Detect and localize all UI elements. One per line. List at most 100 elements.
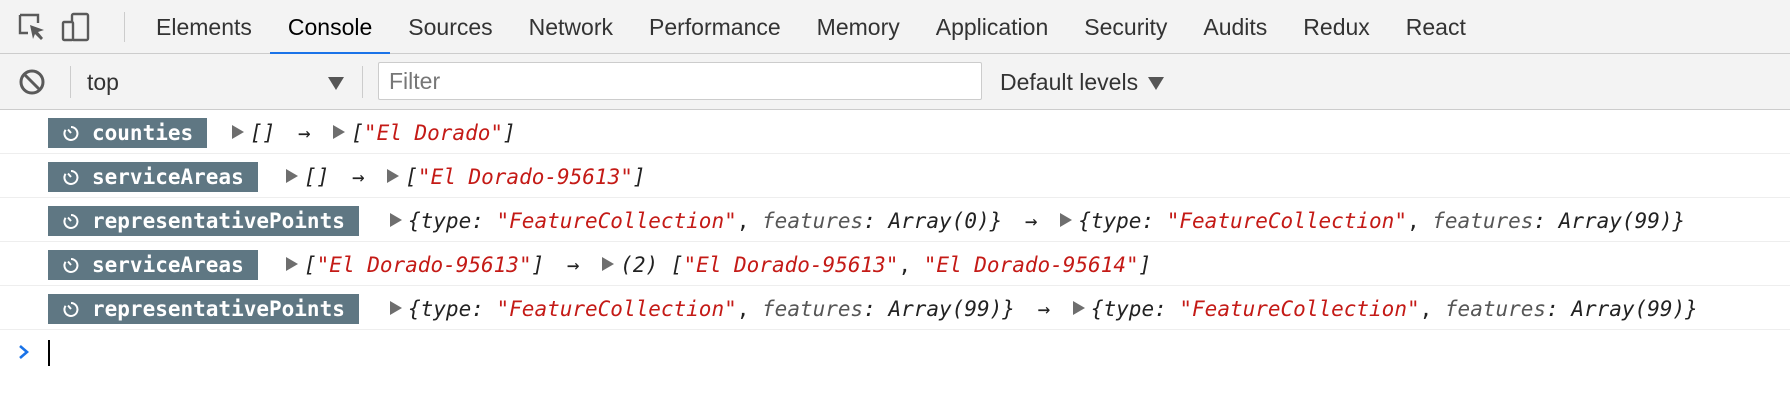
- console-message: serviceAreas ["El Dorado-95613"] → (2) […: [0, 242, 1790, 286]
- string-value: "El Dorado-95613": [316, 253, 532, 277]
- arrow-separator: →: [566, 253, 580, 277]
- tab-network[interactable]: Network: [511, 0, 631, 54]
- next-open: [: [351, 121, 364, 145]
- prompt-chevron-icon: [19, 345, 29, 359]
- text-cursor: [48, 340, 50, 366]
- log-levels-dropdown[interactable]: Default levels: [1000, 64, 1165, 100]
- tab-elements[interactable]: Elements: [138, 0, 270, 54]
- property-key: features: [762, 209, 864, 233]
- message-content: [] → ["El Dorado"]: [232, 118, 516, 148]
- diff-label-badge: counties: [48, 118, 208, 148]
- filter-input[interactable]: [378, 62, 982, 100]
- message-content: [] → ["El Dorado-95613"]: [286, 162, 646, 192]
- property-key: features: [1432, 209, 1534, 233]
- prev-close: ]: [531, 253, 545, 277]
- string-value: "FeatureCollection": [1179, 297, 1420, 321]
- console-messages: counties [] → ["El Dorado"] serviceAreas…: [0, 110, 1790, 330]
- prev-value[interactable]: []: [250, 121, 275, 145]
- diff-label-badge: serviceAreas: [48, 250, 258, 280]
- array-count: (2): [620, 253, 671, 277]
- console-message: representativePoints {type: "FeatureColl…: [0, 198, 1790, 242]
- device-toolbar-icon[interactable]: [60, 11, 92, 43]
- expand-triangle-icon[interactable]: [286, 257, 298, 271]
- expand-triangle-icon[interactable]: [232, 125, 244, 139]
- next-close: ]: [1138, 253, 1152, 277]
- console-toolbar: top Default levels: [0, 54, 1790, 110]
- tab-audits[interactable]: Audits: [1185, 0, 1285, 54]
- devtools-tab-bar: Elements Console Sources Network Perform…: [0, 0, 1790, 55]
- timer-icon: [63, 302, 79, 317]
- tab-memory[interactable]: Memory: [799, 0, 918, 54]
- inspect-element-icon[interactable]: [16, 11, 48, 43]
- string-value: "FeatureCollection": [496, 209, 737, 233]
- dropdown-arrow-icon: [328, 77, 344, 90]
- tab-strip: Elements Console Sources Network Perform…: [138, 0, 1484, 55]
- prev-value[interactable]: []: [304, 165, 329, 189]
- timer-icon: [63, 214, 79, 229]
- dropdown-arrow-icon: [1148, 77, 1165, 91]
- clear-console-icon[interactable]: [17, 67, 47, 97]
- diff-label-badge: serviceAreas: [48, 162, 258, 192]
- expand-triangle-icon[interactable]: [390, 213, 402, 227]
- badge-label: counties: [92, 121, 194, 145]
- context-selector[interactable]: top: [76, 64, 348, 100]
- toolbar-divider: [362, 66, 363, 98]
- separator: ,: [736, 209, 763, 233]
- property-key: features: [762, 297, 864, 321]
- separator: ,: [736, 297, 763, 321]
- tab-application[interactable]: Application: [918, 0, 1067, 54]
- tab-react[interactable]: React: [1388, 0, 1484, 54]
- string-value: "El Dorado-95614": [923, 253, 1139, 277]
- separator: ,: [1419, 297, 1445, 321]
- message-content: {type: "FeatureCollection", features: Ar…: [390, 294, 1698, 324]
- tab-performance[interactable]: Performance: [631, 0, 799, 54]
- string-value: "FeatureCollection": [496, 297, 737, 321]
- arrow-separator: →: [1024, 209, 1038, 233]
- string-value: "FeatureCollection": [1166, 209, 1407, 233]
- expand-triangle-icon[interactable]: [387, 169, 400, 183]
- property-value: : Array(99)}: [1533, 209, 1686, 233]
- separator: ,: [898, 253, 924, 277]
- expand-triangle-icon[interactable]: [390, 301, 402, 315]
- property-key: features: [1444, 297, 1547, 321]
- log-levels-label: Default levels: [1000, 69, 1139, 95]
- prev-open: {type:: [408, 209, 497, 233]
- console-message: representativePoints {type: "FeatureColl…: [0, 286, 1790, 330]
- tab-console[interactable]: Console: [269, 0, 391, 55]
- next-open: {type:: [1090, 297, 1180, 321]
- expand-triangle-icon[interactable]: [333, 125, 346, 139]
- badge-label: serviceAreas: [92, 253, 244, 277]
- toolbar-divider: [70, 66, 71, 98]
- next-open: {type:: [1078, 209, 1167, 233]
- string-value: "El Dorado": [363, 121, 503, 145]
- property-value: : Array(99)}: [1546, 297, 1698, 321]
- console-message: counties [] → ["El Dorado"]: [0, 110, 1790, 154]
- next-open: [: [670, 253, 684, 277]
- string-value: "El Dorado-95613": [683, 253, 899, 277]
- tab-security[interactable]: Security: [1066, 0, 1185, 54]
- expand-triangle-icon[interactable]: [602, 257, 615, 271]
- badge-label: representativePoints: [92, 297, 345, 321]
- timer-icon: [63, 170, 79, 185]
- expand-triangle-icon[interactable]: [286, 169, 298, 183]
- arrow-separator: →: [351, 165, 365, 189]
- message-content: {type: "FeatureCollection", features: Ar…: [390, 206, 1685, 236]
- next-close: ]: [632, 165, 646, 189]
- badge-label: representativePoints: [92, 209, 345, 233]
- string-value: "El Dorado-95613": [417, 165, 633, 189]
- toolbar-divider: [124, 12, 125, 42]
- expand-triangle-icon[interactable]: [1060, 213, 1073, 227]
- tab-sources[interactable]: Sources: [390, 0, 510, 54]
- property-value: : Array(0)}: [863, 209, 1003, 233]
- separator: ,: [1406, 209, 1433, 233]
- prev-open: {type:: [408, 297, 497, 321]
- arrow-separator: →: [297, 121, 311, 145]
- message-content: ["El Dorado-95613"] → (2) ["El Dorado-95…: [286, 250, 1151, 280]
- tab-redux[interactable]: Redux: [1285, 0, 1387, 54]
- diff-label-badge: representativePoints: [48, 294, 359, 324]
- expand-triangle-icon[interactable]: [1072, 301, 1085, 315]
- next-open: [: [405, 165, 418, 189]
- next-close: ]: [503, 121, 516, 145]
- context-label: top: [87, 69, 119, 95]
- console-prompt[interactable]: [0, 330, 1790, 374]
